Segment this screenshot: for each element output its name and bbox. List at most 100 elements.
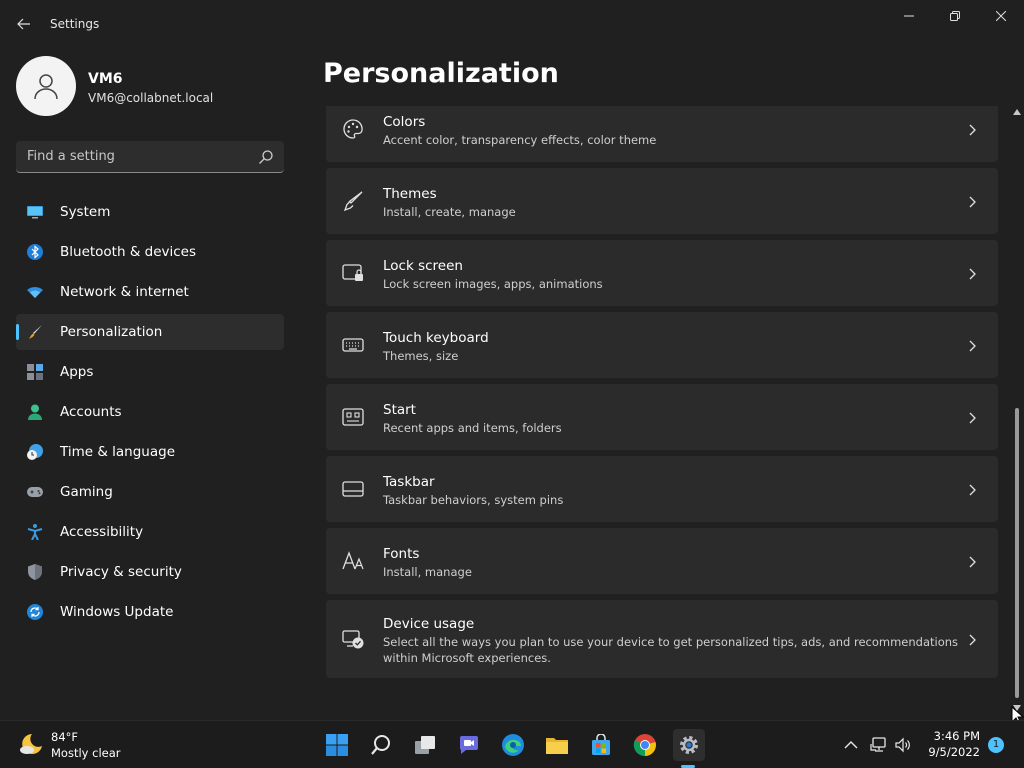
brush-icon [29,325,42,339]
setting-card-title: Device usage [383,616,475,632]
apps-icon [27,364,43,380]
setting-card-title: Fonts [383,546,420,562]
chevron-up-icon[interactable] [842,737,860,753]
fonts-icon [342,551,364,570]
sidebar-nav: System Bluetooth & devices Network & int… [16,194,284,634]
sidebar-item-label: System [60,204,111,220]
chevron-right-icon [969,412,976,424]
device-usage-icon [342,630,364,649]
back-button[interactable] [10,10,38,38]
sidebar-item-label: Accounts [60,404,122,420]
chevron-right-icon [969,268,976,280]
restore-button[interactable] [932,0,978,32]
sidebar-item-label: Time & language [60,444,176,460]
clock-date[interactable]: 9/5/2022 [920,745,980,759]
setting-card-title: Start [383,402,416,418]
setting-card-subtitle: Themes, size [383,349,459,363]
close-icon [996,11,1006,21]
app-title: Settings [50,17,100,31]
sidebar-item-gaming[interactable]: Gaming [16,474,284,510]
edge-icon [502,734,524,756]
sidebar-item-bluetooth[interactable]: Bluetooth & devices [16,234,284,270]
chrome-button[interactable] [629,729,661,761]
back-arrow-icon [17,18,30,30]
sidebar-item-time-language[interactable]: Time & language [16,434,284,470]
chevron-right-icon [969,340,976,352]
sidebar-item-system[interactable]: System [16,194,284,230]
notification-badge[interactable]: 1 [988,737,1004,753]
scroll-up-arrow-icon[interactable] [1013,108,1021,116]
search-input[interactable]: Find a setting [16,141,284,173]
sidebar-item-label: Gaming [60,484,113,500]
start-icon [342,408,364,426]
sidebar-item-network[interactable]: Network & internet [16,274,284,310]
shield-icon [28,564,42,580]
chat-button[interactable] [453,729,485,761]
setting-card-title: Themes [383,186,437,202]
setting-card-colors[interactable]: Colors Accent color, transparency effect… [326,106,998,162]
sidebar-item-accessibility[interactable]: Accessibility [16,514,284,550]
network-icon[interactable] [870,737,888,753]
search-placeholder: Find a setting [27,149,115,164]
avatar [16,56,76,116]
taskbar: 84°F Mostly clear 3:46 PM 9/5/2022 1 [0,720,1024,768]
windows-start-button[interactable] [321,729,353,761]
lock-screen-icon [342,264,363,281]
sidebar-item-accounts[interactable]: Accounts [16,394,284,430]
search-icon [371,735,390,755]
profile-email: VM6@collabnet.local [88,91,214,105]
setting-card-lock-screen[interactable]: Lock screen Lock screen images, apps, an… [326,240,998,306]
windows-start-icon [326,734,348,756]
setting-card-subtitle: Taskbar behaviors, system pins [383,493,564,507]
chevron-right-icon [969,634,976,646]
scrollbar[interactable] [1012,108,1022,711]
sidebar-item-windows-update[interactable]: Windows Update [16,594,284,630]
taskbar-search-button[interactable] [365,729,397,761]
setting-card-subtitle: Lock screen images, apps, animations [383,277,603,291]
sidebar-item-apps[interactable]: Apps [16,354,284,390]
minimize-icon [904,15,914,17]
setting-card-title: Lock screen [383,258,463,274]
weather-condition[interactable]: Mostly clear [51,746,120,760]
setting-card-subtitle: Install, manage [383,565,472,579]
close-button[interactable] [978,0,1024,32]
volume-icon[interactable] [894,737,912,753]
setting-card-themes[interactable]: Themes Install, create, manage [326,168,998,234]
setting-card-device-usage[interactable]: Device usage Select all the ways you pla… [326,600,998,678]
setting-card-touch-keyboard[interactable]: Touch keyboard Themes, size [326,312,998,378]
minimize-button[interactable] [886,0,932,32]
settings-taskbar-button[interactable] [673,729,705,761]
chrome-icon [633,734,656,757]
sidebar-item-privacy[interactable]: Privacy & security [16,554,284,590]
task-view-button[interactable] [409,729,441,761]
wifi-icon [27,287,43,298]
edge-button[interactable] [497,729,529,761]
restore-icon [950,11,960,21]
weather-moon-icon[interactable] [18,731,44,757]
clock-time[interactable]: 3:46 PM [920,729,980,743]
setting-card-subtitle: Accent color, transparency effects, colo… [383,133,657,147]
setting-card-subtitle: Select all the ways you plan to use your… [383,635,959,665]
accessibility-icon [27,524,43,540]
search-icon [259,150,273,164]
setting-card-start[interactable]: Start Recent apps and items, folders [326,384,998,450]
setting-card-subtitle: Recent apps and items, folders [383,421,562,435]
update-icon [27,604,43,620]
setting-card-title: Touch keyboard [383,330,489,346]
setting-card-taskbar[interactable]: Taskbar Taskbar behaviors, system pins [326,456,998,522]
store-button[interactable] [585,729,617,761]
chevron-right-icon [969,124,976,136]
sidebar-item-label: Accessibility [60,524,144,540]
sidebar-item-label: Windows Update [60,604,174,620]
clock-globe-icon [27,444,43,460]
chevron-right-icon [969,556,976,568]
setting-card-fonts[interactable]: Fonts Install, manage [326,528,998,594]
sidebar-item-personalization[interactable]: Personalization [16,314,284,350]
weather-temperature[interactable]: 84°F [51,730,78,744]
file-explorer-button[interactable] [541,729,573,761]
settings-icon [680,736,698,754]
user-profile[interactable]: VM6 VM6@collabnet.local [16,56,286,118]
scroll-thumb[interactable] [1015,408,1019,698]
sidebar-item-label: Bluetooth & devices [60,244,197,260]
person-icon [28,404,42,420]
